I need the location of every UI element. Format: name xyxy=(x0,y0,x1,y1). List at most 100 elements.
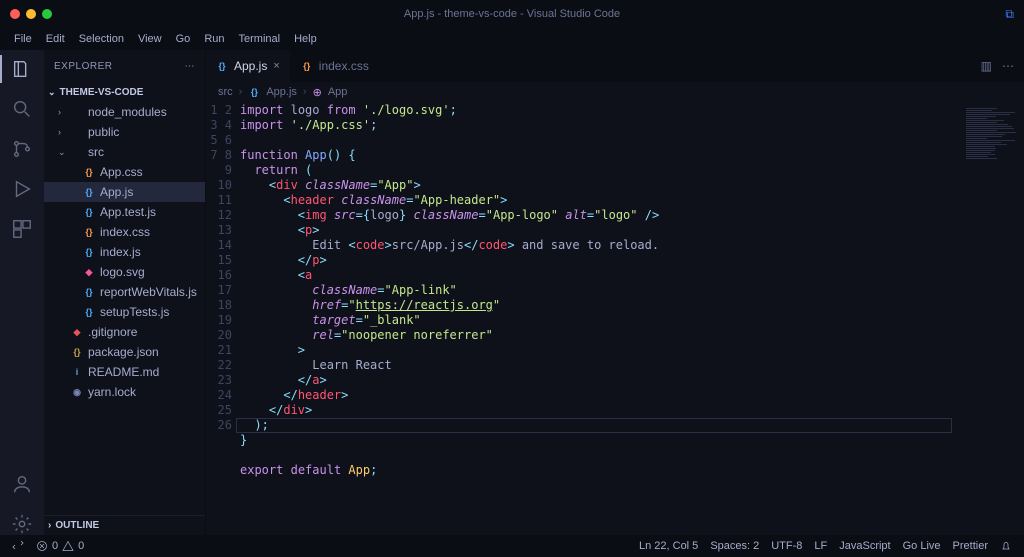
problems-indicator[interactable]: 0 0 xyxy=(30,540,90,552)
menu-go[interactable]: Go xyxy=(170,31,197,47)
settings-gear-icon[interactable] xyxy=(11,513,33,535)
outline-label: OUTLINE xyxy=(55,520,99,531)
file-reportWebVitals-js[interactable]: {}reportWebVitals.js xyxy=(44,282,205,302)
menu-edit[interactable]: Edit xyxy=(40,31,71,47)
folder-icon xyxy=(71,126,83,138)
code-line[interactable] xyxy=(240,478,960,493)
tree-item-label: index.js xyxy=(100,245,141,259)
code-line[interactable]: } xyxy=(240,433,960,448)
tab-label: index.css xyxy=(319,59,369,73)
minimize-window-button[interactable] xyxy=(26,9,36,19)
status-utf-8[interactable]: UTF-8 xyxy=(765,540,808,552)
menu-terminal[interactable]: Terminal xyxy=(233,31,287,47)
code-line[interactable]: import logo from './logo.svg'; xyxy=(240,103,960,118)
code-line[interactable]: ); xyxy=(240,418,960,433)
split-editor-icon[interactable]: ▥ xyxy=(981,59,992,73)
file-index-js[interactable]: {} index.js xyxy=(44,242,205,262)
menu-file[interactable]: File xyxy=(8,31,38,47)
code-line[interactable]: </a> xyxy=(240,373,960,388)
status-javascript[interactable]: JavaScript xyxy=(833,540,896,552)
code-line[interactable]: </div> xyxy=(240,403,960,418)
file-README-md[interactable]: iREADME.md xyxy=(44,362,205,382)
file-App-test-js[interactable]: {}App.test.js xyxy=(44,202,205,222)
file--gitignore[interactable]: ◆.gitignore xyxy=(44,322,205,342)
status-go-live[interactable]: Go Live xyxy=(897,540,947,552)
status-prettier[interactable]: Prettier xyxy=(947,540,994,552)
explorer-icon[interactable] xyxy=(11,58,33,80)
code-line[interactable]: import './App.css'; xyxy=(240,118,960,133)
css-icon: {} xyxy=(83,166,95,178)
menu-selection[interactable]: Selection xyxy=(73,31,130,47)
code-line[interactable]: return ( xyxy=(240,163,960,178)
run-debug-icon[interactable] xyxy=(11,178,33,200)
source-control-icon[interactable] xyxy=(11,138,33,160)
code-line[interactable]: <a xyxy=(240,268,960,283)
code-line[interactable]: export default App; xyxy=(240,463,960,478)
file-App-css[interactable]: {}App.css xyxy=(44,162,205,182)
file-yarn-lock[interactable]: ◉yarn.lock xyxy=(44,382,205,402)
code-line[interactable]: <header className="App-header"> xyxy=(240,193,960,208)
file-package-json[interactable]: {} package.json xyxy=(44,342,205,362)
menu-run[interactable]: Run xyxy=(198,31,230,47)
file-App-js[interactable]: {}App.js xyxy=(44,182,205,202)
minimap[interactable] xyxy=(960,102,1024,535)
menu-view[interactable]: View xyxy=(132,31,168,47)
extensions-icon[interactable] xyxy=(11,218,33,240)
code-line[interactable]: Edit <code>src/App.js</code> and save to… xyxy=(240,238,960,253)
breadcrumb[interactable]: src›{}App.js›⊕App xyxy=(206,82,1024,102)
status-ln-22-col-5[interactable]: Ln 22, Col 5 xyxy=(633,540,704,552)
breadcrumb-segment[interactable]: App xyxy=(328,86,348,98)
code-line[interactable] xyxy=(240,448,960,463)
tab-index-css[interactable]: {}index.css xyxy=(291,50,380,82)
status-lf[interactable]: LF xyxy=(808,540,833,552)
code-line[interactable]: rel="noopener noreferrer" xyxy=(240,328,960,343)
file-logo-svg[interactable]: ◆logo.svg xyxy=(44,262,205,282)
menu-help[interactable]: Help xyxy=(288,31,323,47)
line-gutter: 1 2 3 4 5 6 7 8 9 10 11 12 13 14 15 16 1… xyxy=(206,102,240,535)
folder-public[interactable]: ›public xyxy=(44,122,205,142)
status-spaces-2[interactable]: Spaces: 2 xyxy=(704,540,765,552)
chevron-right-icon: › xyxy=(48,520,51,531)
json-icon: {} xyxy=(71,346,83,358)
code-line[interactable]: Learn React xyxy=(240,358,960,373)
tree-item-label: package.json xyxy=(88,345,159,359)
js-icon: {} xyxy=(83,306,95,318)
js-icon: {} xyxy=(83,246,95,258)
code-line[interactable]: </header> xyxy=(240,388,960,403)
activity-bar xyxy=(0,50,44,535)
file-index-css[interactable]: {}index.css xyxy=(44,222,205,242)
tab-App-js[interactable]: {}App.js× xyxy=(206,50,291,82)
explorer-more-icon[interactable]: ⋯ xyxy=(185,61,196,72)
code-line[interactable]: function App() { xyxy=(240,148,960,163)
close-window-button[interactable] xyxy=(10,9,20,19)
project-section[interactable]: ⌄ THEME-VS-CODE xyxy=(44,82,205,102)
breadcrumb-segment[interactable]: src xyxy=(218,86,233,98)
folder-src[interactable]: ⌄src xyxy=(44,142,205,162)
code-line[interactable]: > xyxy=(240,343,960,358)
code-line[interactable]: className="App-link" xyxy=(240,283,960,298)
code-line[interactable]: <img src={logo} className="App-logo" alt… xyxy=(240,208,960,223)
code-line[interactable]: <div className="App"> xyxy=(240,178,960,193)
code-editor[interactable]: import logo from './logo.svg';import './… xyxy=(240,102,960,535)
css-icon: {} xyxy=(83,226,95,238)
folder-node_modules[interactable]: ›node_modules xyxy=(44,102,205,122)
notifications-bell-icon[interactable] xyxy=(994,540,1018,552)
remote-indicator[interactable] xyxy=(6,540,30,552)
breadcrumb-segment[interactable]: App.js xyxy=(266,86,297,98)
yarn-icon: ◉ xyxy=(71,386,83,398)
code-line[interactable]: <p> xyxy=(240,223,960,238)
code-line[interactable] xyxy=(240,133,960,148)
maximize-window-button[interactable] xyxy=(42,9,52,19)
window-title: App.js - theme-vs-code - Visual Studio C… xyxy=(404,8,620,20)
close-tab-icon[interactable]: × xyxy=(273,60,279,72)
editor-more-icon[interactable]: ⋯ xyxy=(1002,59,1014,73)
code-line[interactable]: href="https://reactjs.org" xyxy=(240,298,960,313)
file-setupTests-js[interactable]: {}setupTests.js xyxy=(44,302,205,322)
outline-section[interactable]: › OUTLINE xyxy=(44,515,205,535)
code-line[interactable]: </p> xyxy=(240,253,960,268)
git-icon: ◆ xyxy=(71,326,83,338)
svg-icon: ◆ xyxy=(83,266,95,278)
accounts-icon[interactable] xyxy=(11,473,33,495)
code-line[interactable]: target="_blank" xyxy=(240,313,960,328)
search-icon[interactable] xyxy=(11,98,33,120)
